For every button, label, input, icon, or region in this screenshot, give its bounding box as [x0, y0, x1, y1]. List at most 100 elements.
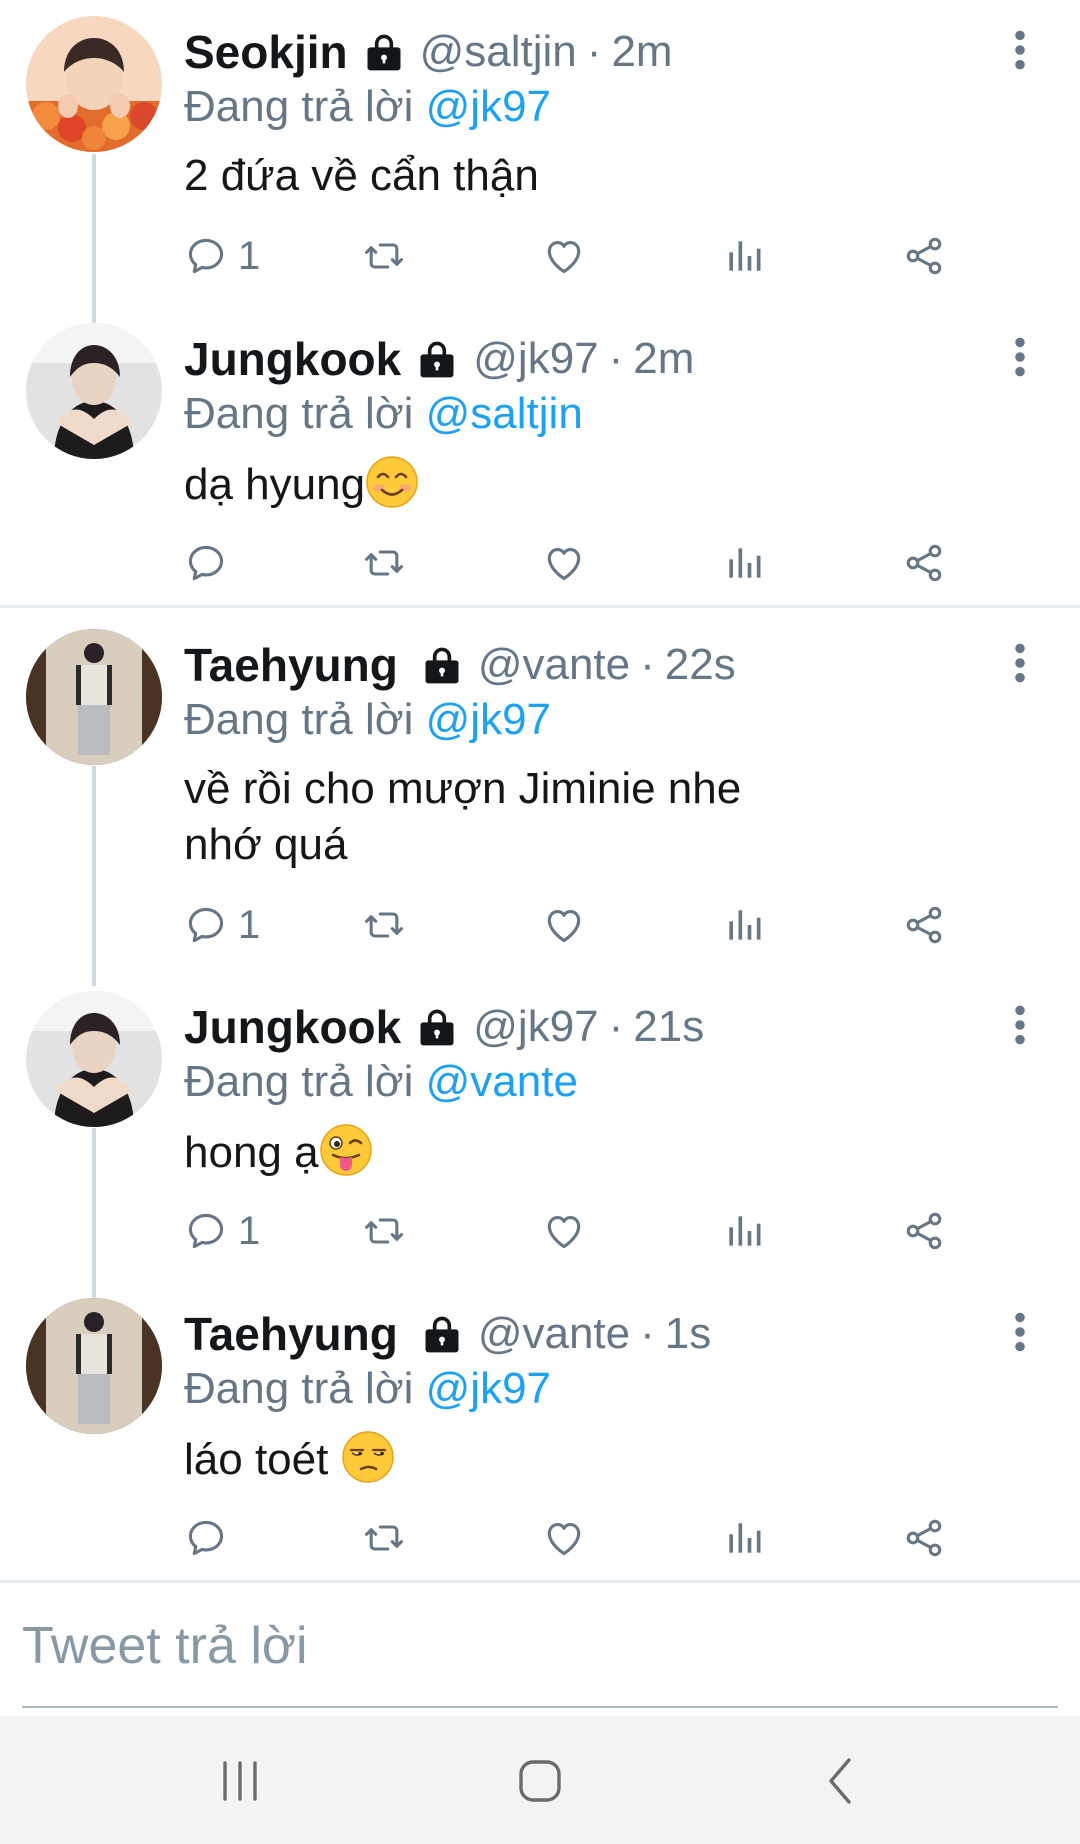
reply-input-underline [22, 1706, 1058, 1708]
lock-icon [415, 1005, 459, 1049]
avatar[interactable] [26, 323, 162, 459]
share-button[interactable] [902, 230, 946, 282]
like-button[interactable] [542, 537, 586, 589]
timestamp[interactable]: 1s [665, 1309, 711, 1359]
reply-button[interactable]: 1 [184, 230, 260, 282]
more-vertical-icon[interactable] [1010, 335, 1030, 379]
timestamp[interactable]: 21s [633, 1002, 704, 1052]
tweet-text-body: dạ hyung [184, 460, 366, 509]
tweet-actions: 1 [184, 1205, 1004, 1257]
tweet-text: về rồi cho mượn Jiminie nhe nhớ quá [184, 761, 741, 873]
replying-prefix: Đang trả lời [184, 695, 414, 744]
retweet-button[interactable] [362, 537, 406, 589]
like-button[interactable] [542, 899, 586, 951]
like-button[interactable] [542, 1512, 586, 1564]
reply-count: 1 [238, 902, 261, 947]
display-name[interactable]: Jungkook [184, 332, 401, 386]
lock-icon [362, 30, 406, 74]
tweet-text: hong ạ [184, 1123, 373, 1181]
analytics-icon [722, 903, 766, 947]
home-icon [519, 1760, 561, 1802]
avatar[interactable] [26, 629, 162, 765]
user-handle[interactable]: @jk97 [473, 334, 598, 384]
timestamp[interactable]: 2m [633, 334, 694, 384]
retweet-button[interactable] [362, 899, 406, 951]
user-handle[interactable]: @vante [478, 1309, 630, 1359]
tweet-text: láo toét [184, 1430, 395, 1488]
lock-icon [415, 337, 459, 381]
tweet-text-line: nhớ quá [184, 820, 348, 869]
reply-button[interactable]: 1 [184, 1205, 260, 1257]
share-button[interactable] [902, 537, 946, 589]
share-icon [902, 1209, 946, 1253]
share-button[interactable] [902, 899, 946, 951]
recent-apps-button[interactable] [200, 1746, 280, 1816]
retweet-button[interactable] [362, 230, 406, 282]
more-vertical-icon[interactable] [1010, 28, 1030, 72]
user-handle[interactable]: @jk97 [473, 1002, 598, 1052]
analytics-icon [722, 1209, 766, 1253]
replying-to: Đang trả lời @jk97 [184, 695, 551, 745]
conversation-divider [0, 605, 1080, 608]
display-name[interactable]: Taehyung [184, 638, 398, 692]
tweet-actions: 1 [184, 899, 1004, 951]
tweet[interactable]: Seokjin @saltjin · 2m Đang trả lời @jk97… [0, 0, 1080, 305]
like-button[interactable] [542, 1205, 586, 1257]
reply-button[interactable]: 1 [184, 899, 260, 951]
more-vertical-icon[interactable] [1010, 1310, 1030, 1354]
mention-link[interactable]: @jk97 [426, 695, 551, 744]
reply-count: 1 [238, 1208, 261, 1253]
mention-link[interactable]: @jk97 [426, 1364, 551, 1413]
more-vertical-icon[interactable] [1010, 641, 1030, 685]
reply-button[interactable] [184, 537, 238, 589]
user-handle[interactable]: @saltjin [420, 27, 577, 77]
display-name[interactable]: Taehyung [184, 1307, 398, 1361]
mention-link[interactable]: @vante [426, 1057, 578, 1106]
analytics-button[interactable] [722, 899, 766, 951]
mention-link[interactable]: @saltjin [426, 389, 583, 438]
avatar[interactable] [26, 991, 162, 1127]
tweet[interactable]: Jungkook @jk97 · 2m Đang trả lời @saltji… [0, 307, 1080, 605]
tweet[interactable]: Jungkook @jk97 · 21s Đang trả lời @vante… [0, 975, 1080, 1275]
analytics-button[interactable] [722, 1205, 766, 1257]
tweet-text-body: hong ạ [184, 1128, 319, 1177]
replying-prefix: Đang trả lời [184, 1057, 414, 1106]
reply-icon [184, 1209, 228, 1253]
timestamp[interactable]: 2m [611, 27, 672, 77]
replying-to: Đang trả lời @jk97 [184, 82, 551, 132]
tweet-actions [184, 1512, 1004, 1564]
winking-tongue-face-icon [319, 1123, 373, 1177]
avatar[interactable] [26, 16, 162, 152]
mention-link[interactable]: @jk97 [426, 82, 551, 131]
tweet-text: 2 đứa về cẩn thận [184, 148, 539, 204]
analytics-button[interactable] [722, 230, 766, 282]
more-vertical-icon[interactable] [1010, 1003, 1030, 1047]
lock-icon [420, 643, 464, 687]
timestamp[interactable]: 22s [665, 640, 736, 690]
like-button[interactable] [542, 230, 586, 282]
tweet[interactable]: Taehyung @vante · 22s Đang trả lời @jk97… [0, 613, 1080, 963]
tweet[interactable]: Taehyung @vante · 1s Đang trả lời @jk97 … [0, 1282, 1080, 1580]
share-button[interactable] [902, 1205, 946, 1257]
display-name[interactable]: Jungkook [184, 1000, 401, 1054]
display-name[interactable]: Seokjin [184, 25, 348, 79]
share-icon [902, 1516, 946, 1560]
replying-prefix: Đang trả lời [184, 1364, 414, 1413]
back-button[interactable] [800, 1746, 880, 1816]
user-handle[interactable]: @vante [478, 640, 630, 690]
reply-input[interactable] [22, 1610, 1058, 1682]
like-icon [542, 234, 586, 278]
separator-dot: · [608, 334, 624, 383]
smiling-face-icon [365, 455, 419, 509]
back-icon [829, 1758, 851, 1804]
home-button[interactable] [500, 1746, 580, 1816]
reply-button[interactable] [184, 1512, 238, 1564]
analytics-button[interactable] [722, 537, 766, 589]
avatar[interactable] [26, 1298, 162, 1434]
analytics-button[interactable] [722, 1512, 766, 1564]
like-icon [542, 1516, 586, 1560]
share-button[interactable] [902, 1512, 946, 1564]
retweet-button[interactable] [362, 1205, 406, 1257]
recent-apps-icon [223, 1761, 257, 1801]
retweet-button[interactable] [362, 1512, 406, 1564]
